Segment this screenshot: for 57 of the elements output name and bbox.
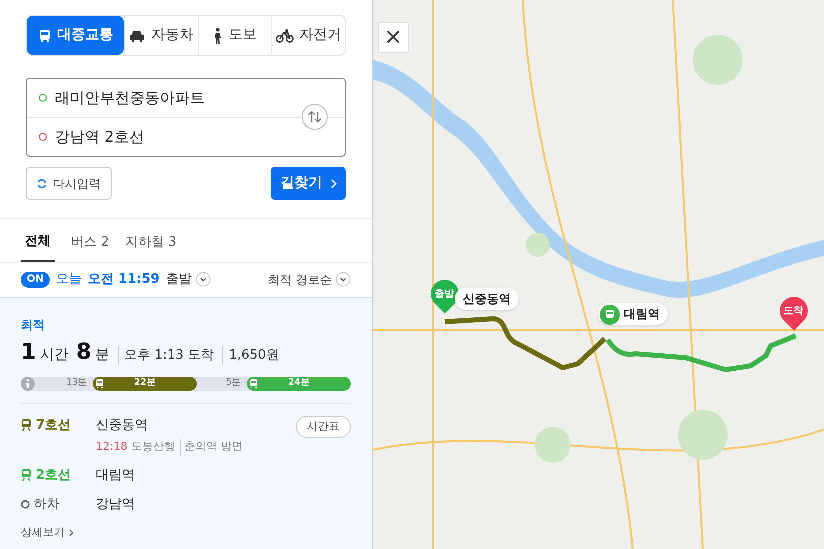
direction-note: 춘의역 방면 [180,439,244,456]
departure-time: 12:18 [96,439,128,455]
line-name: 7호선 [36,416,72,434]
hours-unit: 시간 [40,346,68,364]
walk-duration: 13분 [66,376,87,390]
departure-dropdown[interactable]: 출발 [166,270,211,290]
chevron-right-icon [69,528,74,537]
chevron-down-icon [196,272,211,287]
on-badge: ON [21,272,50,288]
mode-tab[interactable]: 대중교통 [27,16,124,55]
train-icon [249,378,259,388]
refresh-icon [37,178,47,188]
swap-arrows-icon [308,111,322,123]
result-tab[interactable]: 지하철 3 [125,228,177,262]
train-icon [21,469,32,482]
departure-day: 오늘 [56,270,82,290]
line-name: 2호선 [36,466,72,484]
route-tag: 최적 [21,316,351,334]
swap-button[interactable] [302,104,328,130]
train-icon [600,305,620,325]
train-icon [21,419,32,432]
segment-duration: 22분 [134,376,156,390]
search-button[interactable]: 길찾기 [271,167,346,200]
walk-duration: 5분 [226,376,241,390]
duration-hours: 1 [21,338,36,366]
station-name: 강남역 [96,496,136,514]
car-icon [129,30,146,42]
origin-field[interactable]: 래미안부천중동아파트 [55,86,285,110]
mode-tab[interactable]: 자동차 [124,16,198,55]
timetable-button[interactable]: 시간표 [296,416,351,438]
arrival-time: 오후 1:13 도착 [118,346,214,365]
station-name: 대림역 [96,466,136,484]
minutes-unit: 분 [96,346,110,364]
bicycle-icon [276,28,294,42]
alight-label: 하차 [34,496,60,514]
mode-tab[interactable]: 도보 [198,16,272,55]
chevron-down-icon [336,272,351,287]
train-icon [95,378,105,388]
bus-icon [38,28,52,42]
circle-icon [21,500,30,510]
station-name: 신중동역 [96,416,149,434]
train-direction: 도봉산행 [132,439,176,455]
fare: 1,650원 [222,346,280,365]
segment-duration: 24분 [288,376,310,390]
chevron-right-icon [330,178,336,188]
close-button[interactable]: × [378,22,409,53]
mode-tab[interactable]: 자전거 [271,16,346,55]
sort-dropdown[interactable]: 최적 경로순 [268,270,351,288]
route-card[interactable]: 최적 1 시간 8 분 오후 1:13 도착 1,650원 13분 22분 5분 24분 7호선 신중동역 12:18 도봉산행 춘의역 방면 시간표 2호선 대림역 하차 강남역 상세보기 [0,298,372,549]
reset-button[interactable]: 다시입력 [26,167,112,200]
details-link[interactable]: 상세보기 [21,524,74,541]
destination-field[interactable]: 강남역 2호선 [55,126,285,148]
duration-minutes: 8 [76,338,92,366]
departure-time: 오전 11:59 [88,270,160,289]
result-tab[interactable]: 버스 2 [71,228,110,262]
station-label: 신중동역 [455,288,519,310]
result-tab[interactable]: 전체 [21,228,55,262]
